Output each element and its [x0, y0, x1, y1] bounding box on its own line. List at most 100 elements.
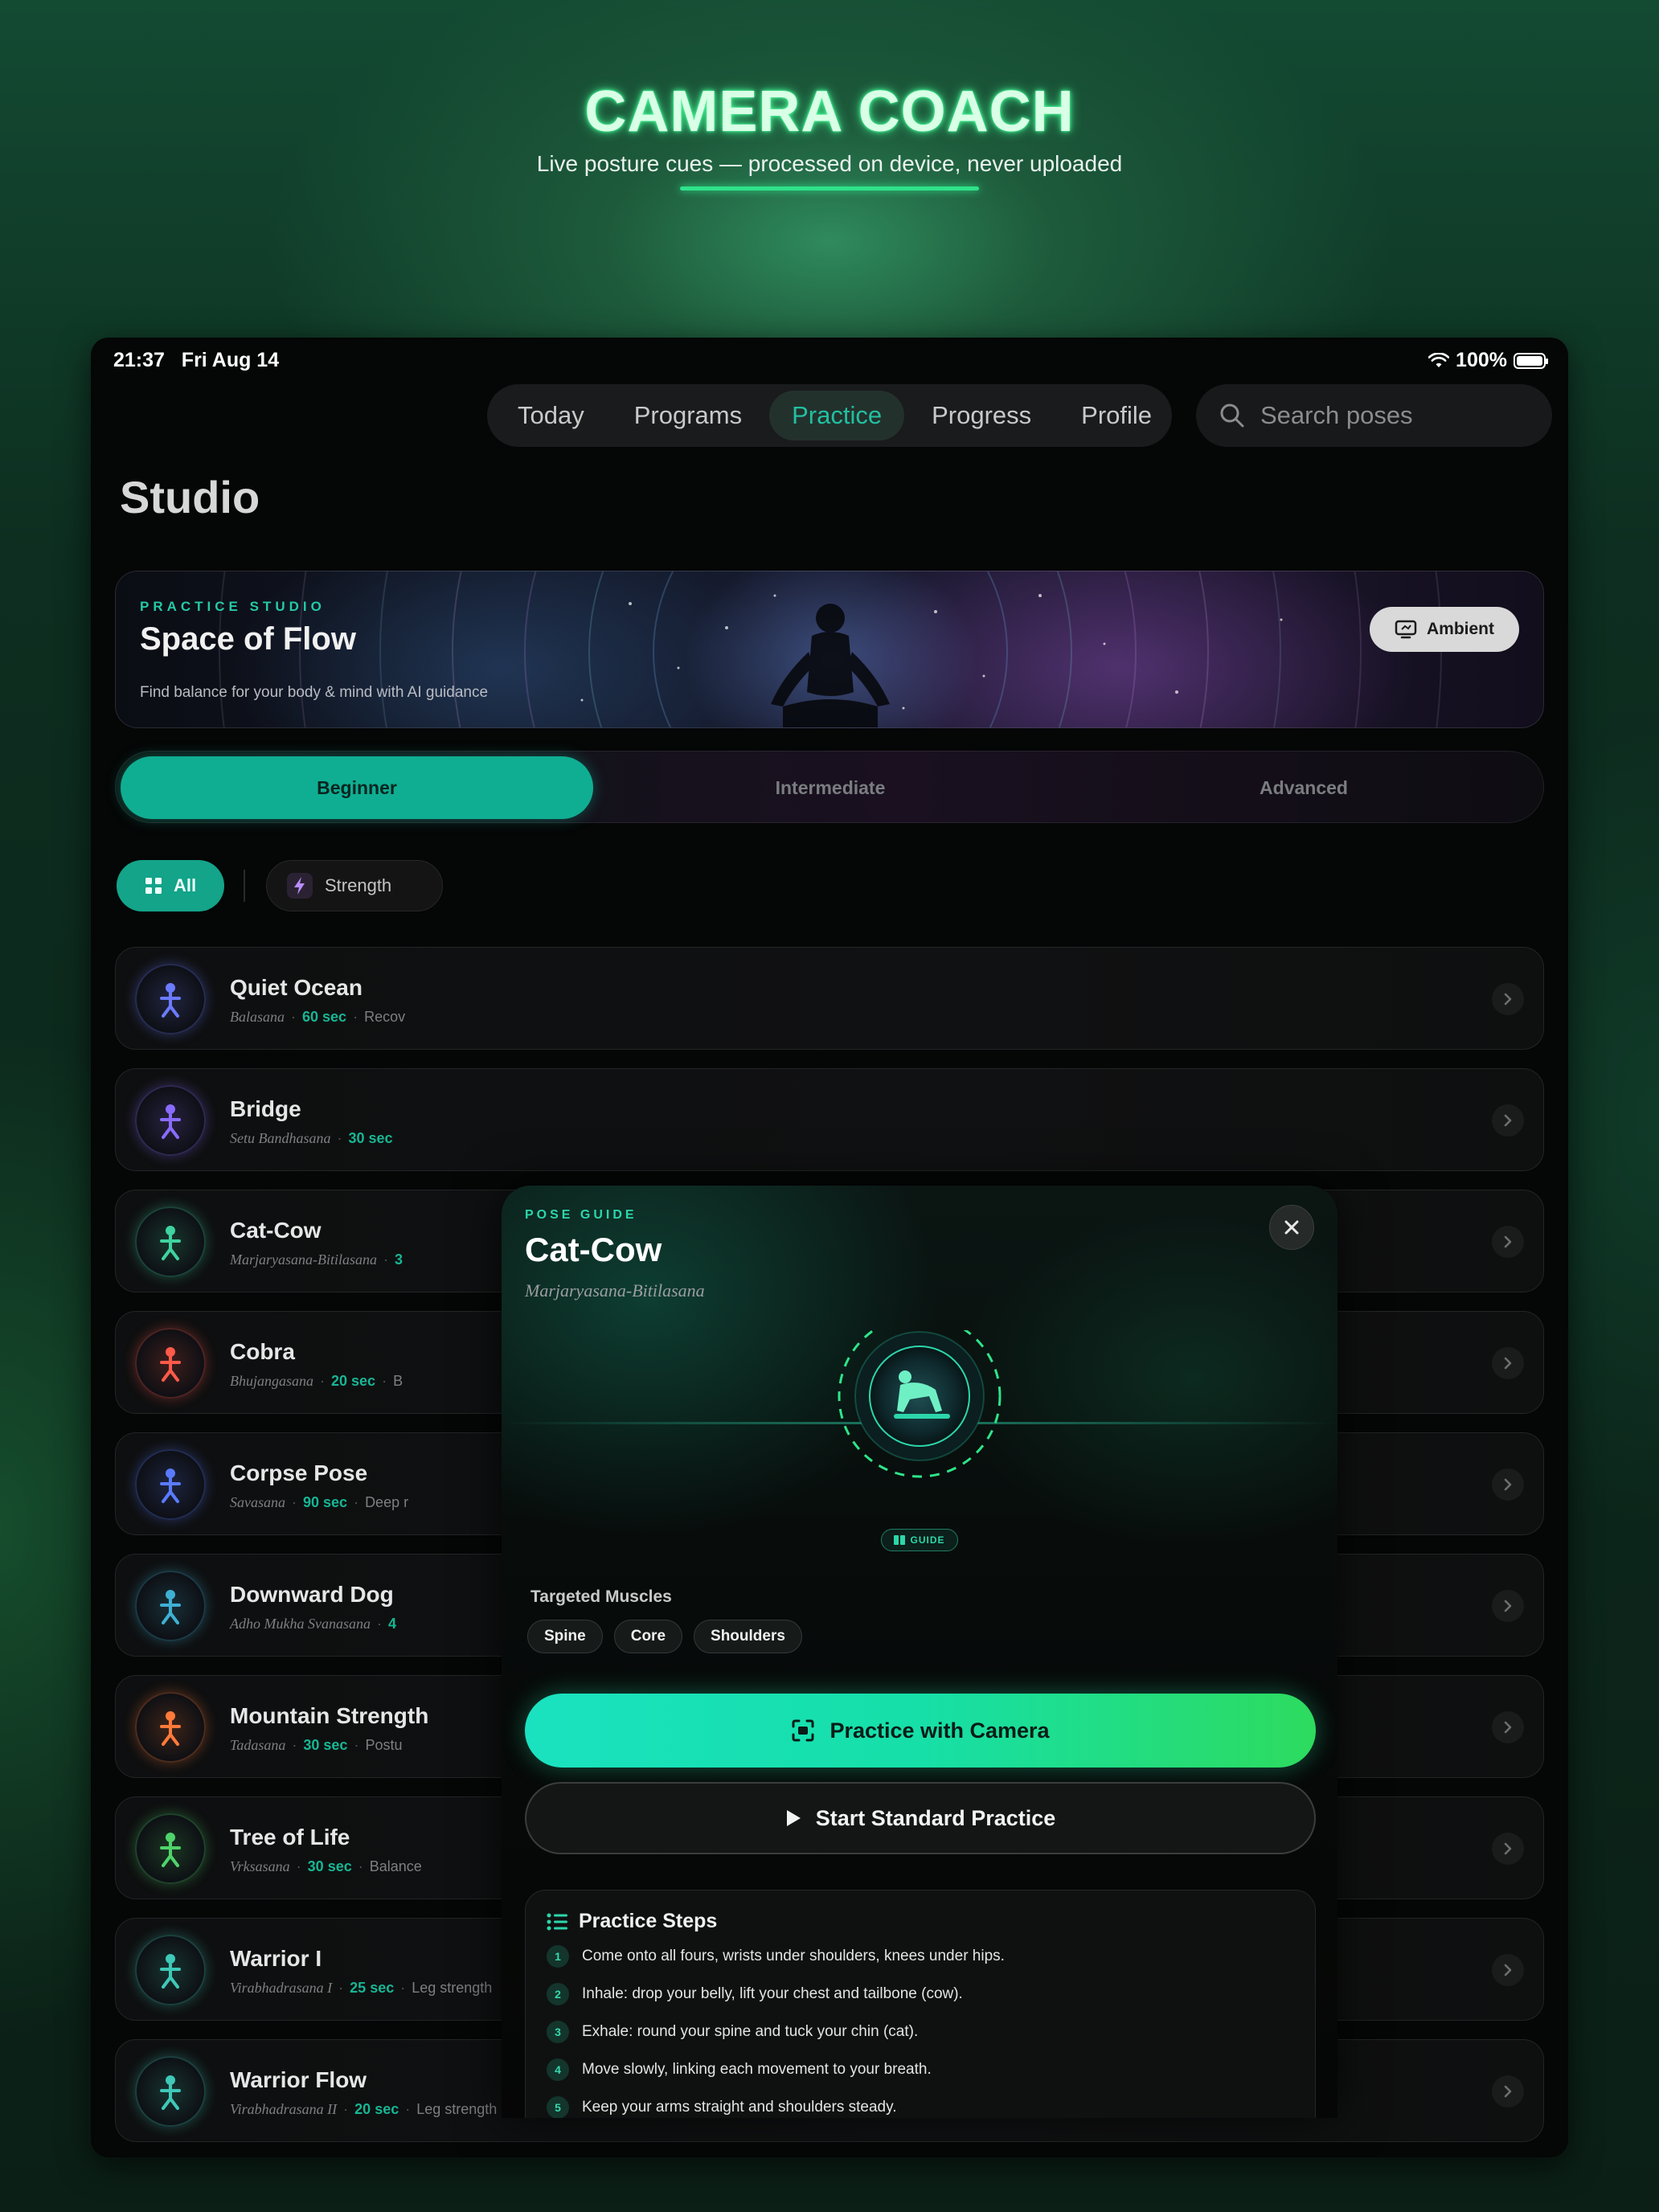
pose-figure-icon — [160, 1226, 181, 1260]
start-standard-practice-label: Start Standard Practice — [815, 1805, 1056, 1830]
pose-figure-icon — [160, 1711, 181, 1746]
battery-percent: 100% — [1456, 349, 1507, 371]
chevron-right-icon[interactable] — [1492, 2075, 1524, 2108]
pose-figure-icon — [160, 983, 181, 1018]
chevron-icon-glyph — [1504, 2085, 1512, 2098]
filter-strength[interactable]: Strength — [266, 860, 443, 911]
pose-meta: Virabhadrasana II · 20 sec · Leg strength — [230, 2101, 498, 2117]
pose-thumbnail — [135, 1206, 206, 1277]
chevron-icon-glyph — [1504, 1600, 1512, 1612]
pose-name: Corpse Pose — [230, 1460, 368, 1485]
search-placeholder: Search poses — [1260, 401, 1413, 429]
wifi-icon — [1428, 352, 1450, 367]
step-number: 3 — [547, 2021, 569, 2043]
modal-sanskrit: Marjaryasana-Bitilasana — [525, 1280, 705, 1301]
step-number: 1 — [547, 1945, 569, 1968]
chevron-right-icon[interactable] — [1492, 1833, 1524, 1865]
pose-meta: Balasana · 60 sec · Recov — [230, 1009, 406, 1025]
tab-today[interactable]: Today — [495, 391, 607, 440]
pose-figure-icon — [160, 1347, 181, 1382]
step-number: 4 — [547, 2058, 569, 2081]
muscle-tags: Spine Core Shoulders — [527, 1620, 802, 1653]
hero-title: CAMERA COACH — [584, 80, 1075, 144]
pose-figure-icon — [160, 1104, 181, 1139]
chevron-right-icon[interactable] — [1492, 1590, 1524, 1622]
practice-with-camera-label: Practice with Camera — [830, 1718, 1050, 1743]
level-beginner[interactable]: Beginner — [121, 756, 593, 819]
chevron-icon-glyph — [1504, 1114, 1512, 1127]
pose-meta: Vrksasana · 30 sec · Balance — [230, 1858, 422, 1874]
pose-figure-icon — [160, 1469, 181, 1503]
pose-name: Tree of Life — [230, 1825, 350, 1849]
pose-meta: Virabhadrasana I · 25 sec · Leg strength — [230, 1980, 493, 1996]
pose-figure-icon — [160, 1590, 181, 1624]
pose-illustration — [502, 1330, 1337, 1478]
pose-row-quiet-ocean[interactable]: Quiet Ocean Balasana · 60 sec · Recov — [115, 947, 1544, 1050]
chevron-right-icon[interactable] — [1492, 1469, 1524, 1501]
chevron-right-icon[interactable] — [1492, 1711, 1524, 1743]
level-intermediate[interactable]: Intermediate — [594, 756, 1067, 819]
muscle-tag: Shoulders — [694, 1620, 802, 1653]
screen-cast-icon — [1395, 620, 1417, 639]
close-icon — [1284, 1220, 1299, 1235]
top-navigation: Today Programs Practice Progress Profile — [487, 384, 1172, 447]
pose-figure-icon — [160, 2075, 181, 2110]
tab-progress[interactable]: Progress — [909, 391, 1054, 440]
step-number: 5 — [547, 2096, 569, 2118]
ambient-label: Ambient — [1427, 620, 1494, 638]
pose-meta: Bhujangasana · 20 sec · B — [230, 1373, 403, 1389]
pose-row-bridge[interactable]: Bridge Setu Bandhasana · 30 sec — [115, 1068, 1544, 1171]
chevron-icon-glyph — [1504, 1235, 1512, 1248]
chevron-right-icon[interactable] — [1492, 1954, 1524, 1986]
close-button[interactable] — [1269, 1205, 1314, 1250]
chevron-right-icon[interactable] — [1492, 983, 1524, 1015]
tab-programs[interactable]: Programs — [612, 391, 764, 440]
pose-thumbnail — [135, 964, 206, 1034]
practice-step: 3 Exhale: round your spine and tuck your … — [547, 2021, 918, 2043]
pose-name: Downward Dog — [230, 1582, 394, 1607]
practice-step: 2 Inhale: drop your belly, lift your ches… — [547, 1983, 963, 2005]
status-indicators: 100% — [1428, 349, 1548, 372]
pose-thumbnail — [135, 1328, 206, 1399]
camera-scan-icon — [792, 1719, 814, 1742]
tablet-screen: 21:37 Fri Aug 14 100% Today Programs Pra… — [91, 338, 1568, 2157]
pose-thumbnail — [135, 1692, 206, 1763]
level-advanced[interactable]: Advanced — [1067, 756, 1540, 819]
search-input[interactable]: Search poses — [1196, 384, 1552, 447]
pose-thumbnail — [135, 1813, 206, 1884]
ambient-button[interactable]: Ambient — [1370, 607, 1519, 652]
pose-thumbnail — [135, 1449, 206, 1520]
search-icon — [1220, 403, 1244, 428]
pose-name: Warrior I — [230, 1946, 322, 1971]
tab-practice[interactable]: Practice — [769, 391, 905, 440]
pose-meta: Tadasana · 30 sec · Postu — [230, 1737, 403, 1753]
play-icon — [786, 1810, 801, 1826]
hero-underline — [680, 186, 979, 190]
practice-with-camera-button[interactable]: Practice with Camera — [525, 1694, 1316, 1768]
pose-guide-modal: POSE GUIDE Cat-Cow Marjaryasana-Bitilasa… — [502, 1186, 1337, 2118]
chevron-right-icon[interactable] — [1492, 1104, 1524, 1137]
hero-subtitle: Live posture cues — processed on device,… — [536, 151, 1123, 176]
tab-profile[interactable]: Profile — [1059, 391, 1174, 440]
pose-thumbnail — [135, 1571, 206, 1641]
chevron-icon-glyph — [1504, 1842, 1512, 1855]
chevron-icon-glyph — [1504, 1478, 1512, 1491]
banner-kicker: PRACTICE STUDIO — [140, 599, 326, 614]
practice-step: 5 Keep your arms straight and shoulders s… — [547, 2096, 896, 2118]
step-number: 2 — [547, 1983, 569, 2005]
pose-name: Cobra — [230, 1339, 295, 1364]
practice-step: 4 Move slowly, linking each movement to y… — [547, 2058, 932, 2081]
filter-divider — [244, 870, 245, 902]
pose-name: Mountain Strength — [230, 1703, 429, 1728]
pose-name: Quiet Ocean — [230, 975, 363, 1000]
filter-all[interactable]: All — [117, 860, 224, 911]
banner-description: Find balance for your body & mind with A… — [140, 684, 489, 701]
start-standard-practice-button[interactable]: Start Standard Practice — [525, 1782, 1316, 1854]
lightning-icon — [287, 873, 313, 899]
filter-all-label: All — [173, 875, 197, 895]
pose-figure-icon — [160, 1833, 181, 1867]
pose-name: Warrior Flow — [230, 2067, 367, 2092]
chevron-right-icon[interactable] — [1492, 1226, 1524, 1258]
pose-thumbnail — [135, 1085, 206, 1156]
chevron-right-icon[interactable] — [1492, 1347, 1524, 1379]
